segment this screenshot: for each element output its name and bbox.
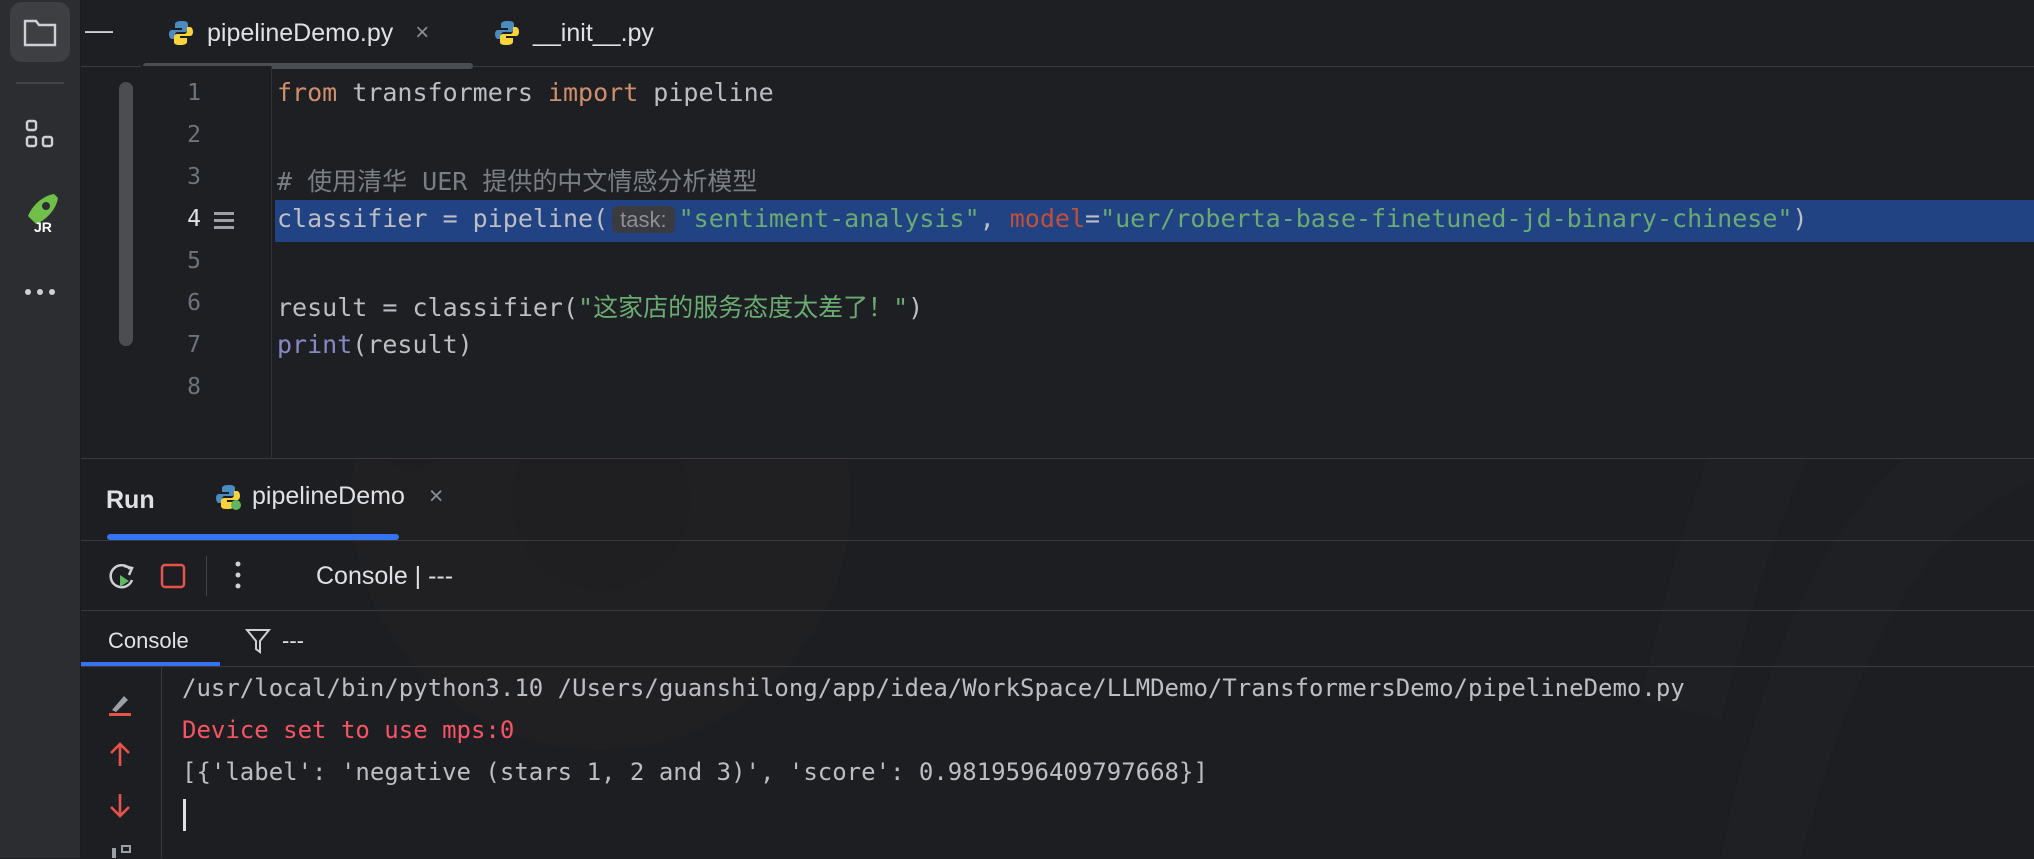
assignment: result = classifier( [277,293,579,322]
minimize-button[interactable]: — [85,14,113,46]
tab-label: __init__.py [533,18,654,47]
soft-wrap-icon[interactable] [110,844,134,858]
code-line-4[interactable]: classifier = pipeline(task: "sentiment-an… [277,204,1808,233]
keyword-argument: model [1009,204,1086,233]
tab-close-button[interactable]: × [415,19,429,47]
python-icon [169,21,193,45]
run-config-close-button[interactable]: × [429,482,444,511]
paren-close: ) [1792,204,1808,233]
tab-init[interactable]: __init__.py [493,0,654,66]
structure-icon [25,119,54,148]
editor-area: — pipelineDemo.py × __init__.py 1 2 3 4 … [81,0,2034,458]
line-number: 2 [187,122,201,148]
python-icon [495,21,519,45]
run-panel [81,458,2034,859]
console-breadcrumb: Console | --- [316,562,454,590]
line-number: 1 [187,80,201,106]
string-literal: "sentiment-analysis" [678,204,980,233]
activity-separator [16,82,64,84]
line-number: 5 [187,248,201,274]
line-number: 8 [187,374,201,400]
python-run-icon [216,484,241,510]
console-caret[interactable] [183,799,186,831]
builtin-print: print [277,330,353,359]
tab-label: pipelineDemo.py [207,18,394,47]
editor-scrollbar[interactable] [119,82,133,346]
paren-close: ) [908,293,924,322]
filter-label[interactable]: --- [282,628,304,654]
assignment: classifier = pipeline( [277,204,609,233]
activity-bar: JR [0,0,81,858]
module-name: transformers [337,78,548,107]
comma: , [979,204,1010,233]
code-line-1[interactable]: from transformers import pipeline [277,78,774,107]
structure-tool-button[interactable] [10,104,70,164]
rocket-jr-icon: JR [28,194,58,234]
run-panel-title: Run [106,486,155,514]
stop-icon[interactable] [160,563,186,589]
console-output-line: Device set to use mps:0 [182,716,515,744]
editor-tab-bar: — pipelineDemo.py × __init__.py [81,0,2034,69]
call-args: (result) [352,330,473,359]
folder-icon [23,19,57,47]
project-tool-button[interactable] [10,2,70,62]
line-number: 6 [187,290,201,316]
clear-console-icon[interactable] [106,690,134,718]
tab-pipelinedemo[interactable]: pipelineDemo.py × [167,0,429,66]
more-icon [25,289,55,295]
more-vertical-icon[interactable] [234,560,242,590]
svg-text:JR: JR [34,219,52,234]
string-literal: "这家店的服务态度太差了！" [578,293,909,322]
import-name: pipeline [638,78,774,107]
line-number: 7 [187,332,201,358]
console-output-line: [{'label': 'negative (stars 1, 2 and 3)'… [182,758,1208,786]
toolbar-separator [206,556,207,596]
string-literal: "uer/roberta-base-finetuned-jd-binary-ch… [1100,204,1793,233]
run-config-label: pipelineDemo [252,482,405,510]
code-line-6[interactable]: result = classifier("这家店的服务态度太差了！") [277,288,923,324]
console-output-line: /usr/local/bin/python3.10 /Users/guanshi… [182,674,1685,702]
filter-icon[interactable] [245,627,271,655]
keyword-import: import [547,78,639,107]
tab-console[interactable]: Console [108,628,189,654]
arrow-up-icon[interactable] [106,740,134,768]
divider [81,540,2034,541]
run-config-tab[interactable]: pipelineDemo × [214,482,443,511]
breakpoint-menu-icon[interactable] [211,208,237,234]
jr-plugin-button[interactable]: JR [10,182,70,242]
rerun-icon[interactable] [106,560,138,592]
divider [81,666,2034,667]
keyword-from: from [277,78,338,107]
divider [81,610,2034,611]
arrow-down-icon[interactable] [106,792,134,820]
line-number: 3 [187,164,201,190]
equals: = [1085,204,1101,233]
code-line-7[interactable]: print(result) [277,330,473,359]
code-line-3-comment[interactable]: # 使用清华 UER 提供的中文情感分析模型 [277,162,757,198]
line-number-active: 4 [187,206,201,232]
parameter-hint: task: [612,206,675,233]
more-tools-button[interactable] [10,262,70,322]
